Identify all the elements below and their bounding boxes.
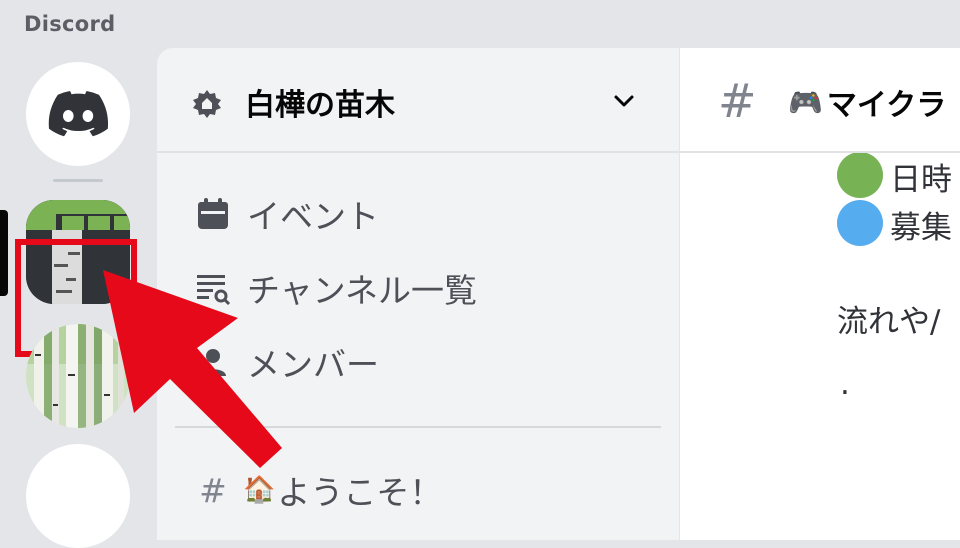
calendar-icon <box>193 194 233 234</box>
server-header[interactable]: 白樺の苗木 <box>157 48 679 153</box>
nav-members[interactable]: メンバー <box>193 338 379 386</box>
message-body: 流れや/ <box>837 304 941 340</box>
channel-browse-icon <box>193 268 233 308</box>
gamepad-emoji-icon: 🎮 <box>788 85 823 119</box>
green-circle-icon <box>837 152 883 198</box>
nav-channel-browse-label: チャンネル一覧 <box>247 271 478 310</box>
app-title: Discord <box>24 12 116 36</box>
server-boost-icon <box>193 90 221 118</box>
discord-logo-icon <box>48 91 108 137</box>
members-icon <box>193 342 233 382</box>
sidebar-divider <box>175 426 661 428</box>
nav-members-label: メンバー <box>247 345 379 384</box>
channel-welcome-label: ようこそ！ <box>277 473 443 512</box>
channel-title: 🎮 マイクラ <box>788 80 946 124</box>
birch-server-icon <box>26 200 130 304</box>
selected-indicator <box>0 210 8 296</box>
message-line-recruit: 募集 <box>890 210 952 246</box>
chat-main: 日時 募集 流れや/ . # 🎮 マイクラ <box>680 48 960 540</box>
server-name: 白樺の苗木 <box>245 88 395 123</box>
channel-welcome[interactable]: # 🏠 ようこそ！ <box>193 466 442 514</box>
nav-channel-browse[interactable]: チャンネル一覧 <box>193 264 477 312</box>
blue-circle-icon <box>837 200 883 246</box>
channel-title-label: マイクラ <box>826 88 947 123</box>
channel-header: # 🎮 マイクラ <box>680 48 960 153</box>
server-rail <box>0 48 156 548</box>
server-blank[interactable] <box>26 444 130 548</box>
nav-events-label: イベント <box>247 197 379 236</box>
server-birch-seedling[interactable] <box>26 200 130 304</box>
hash-icon: # <box>718 74 757 128</box>
message-line-datetime: 日時 <box>890 162 952 198</box>
home-button[interactable] <box>26 62 130 166</box>
nav-events[interactable]: イベント <box>193 190 379 238</box>
message-bullet: . <box>840 366 850 402</box>
house-emoji-icon: 🏠 <box>243 475 276 505</box>
server-birch-forest[interactable] <box>26 324 130 428</box>
birch-photo-icon <box>26 324 130 428</box>
hash-icon: # <box>199 470 227 510</box>
chevron-down-icon[interactable] <box>611 88 637 114</box>
rail-separator <box>53 179 103 182</box>
channel-sidebar: 白樺の苗木 イベント チャンネル一覧 メンバー # 🏠 ようこそ！ <box>157 48 679 540</box>
